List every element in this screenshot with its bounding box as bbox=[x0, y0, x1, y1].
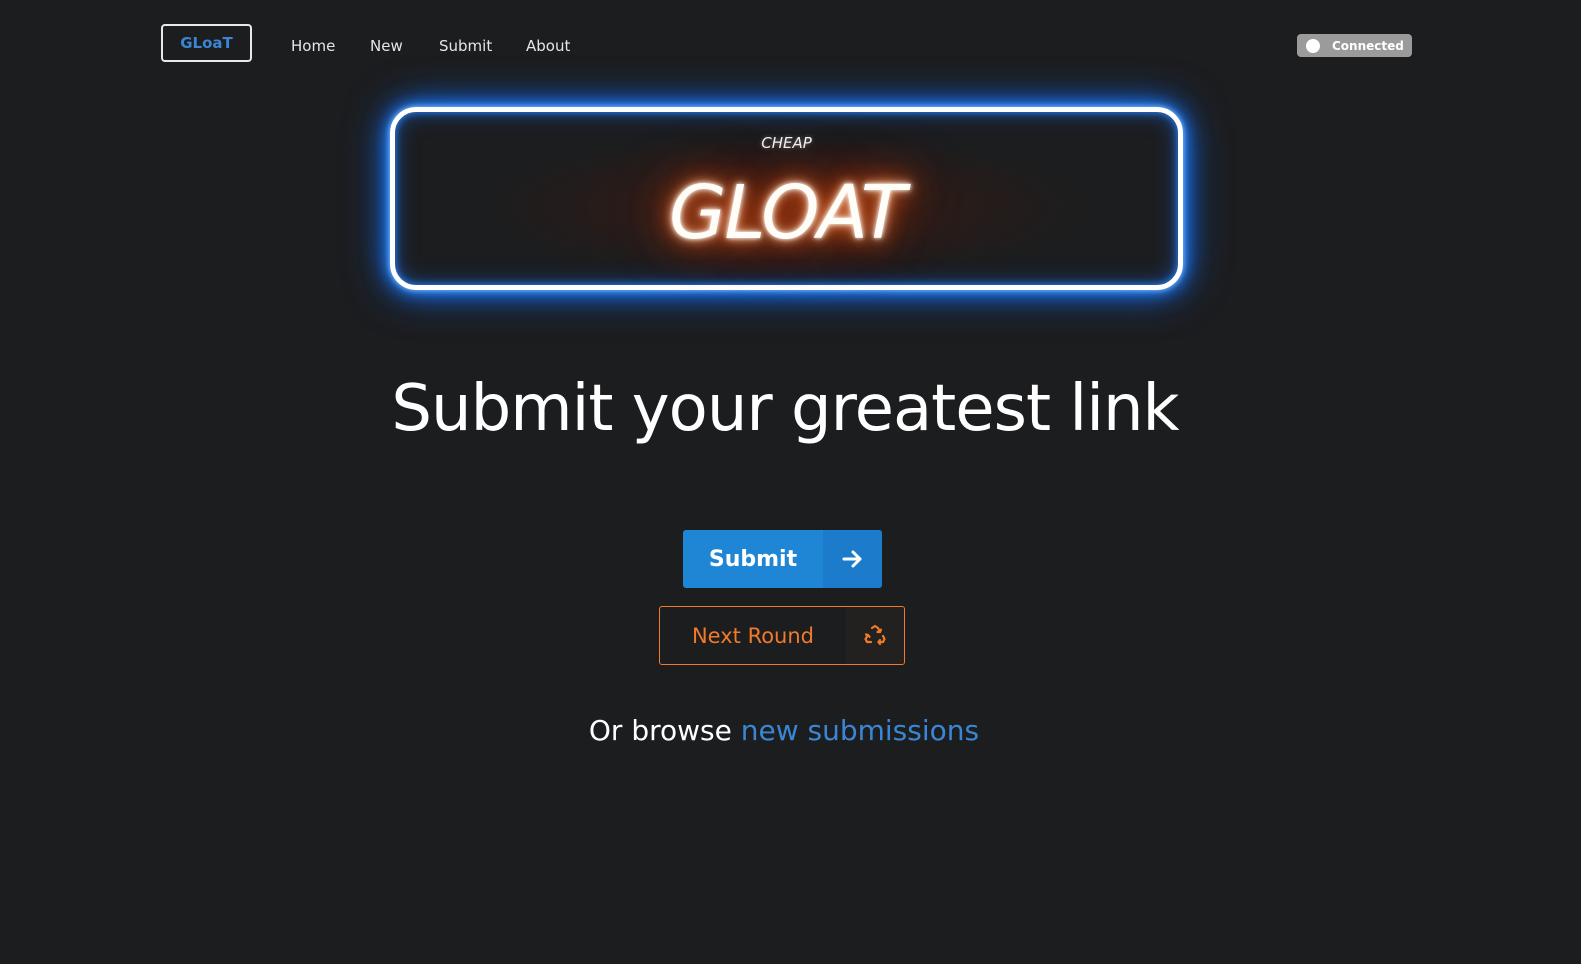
page-headline: Submit your greatest link bbox=[391, 372, 1179, 446]
arrow-right-icon bbox=[823, 530, 882, 588]
nav-link-submit[interactable]: Submit bbox=[439, 37, 492, 55]
browse-line: Or browse new submissions bbox=[0, 714, 1568, 747]
next-round-button-label: Next Round bbox=[691, 623, 815, 648]
nav-link-about[interactable]: About bbox=[526, 37, 570, 55]
neon-sign-subtitle: CHEAP bbox=[761, 134, 812, 152]
page: GLoaT Home New Submit About Connected CH… bbox=[0, 0, 1581, 964]
recycle-icon bbox=[846, 607, 904, 664]
browse-prefix: Or browse bbox=[588, 714, 732, 747]
brand-logo-button[interactable]: GLoaT bbox=[161, 24, 252, 62]
neon-sign-title: GLOAT bbox=[669, 170, 906, 256]
next-round-button[interactable]: Next Round bbox=[659, 606, 905, 665]
new-submissions-link[interactable]: new submissions bbox=[741, 714, 979, 747]
connection-status-label: Connected bbox=[1332, 38, 1404, 53]
submit-button-label: Submit bbox=[708, 546, 798, 572]
submit-button[interactable]: Submit bbox=[683, 530, 882, 588]
toggle-knob bbox=[1306, 38, 1320, 53]
connection-toggle[interactable]: Connected bbox=[1297, 34, 1412, 57]
neon-sign: CHEAP GLOAT bbox=[390, 107, 1183, 290]
nav-link-new[interactable]: New bbox=[370, 37, 403, 55]
nav-link-home[interactable]: Home bbox=[291, 37, 335, 55]
